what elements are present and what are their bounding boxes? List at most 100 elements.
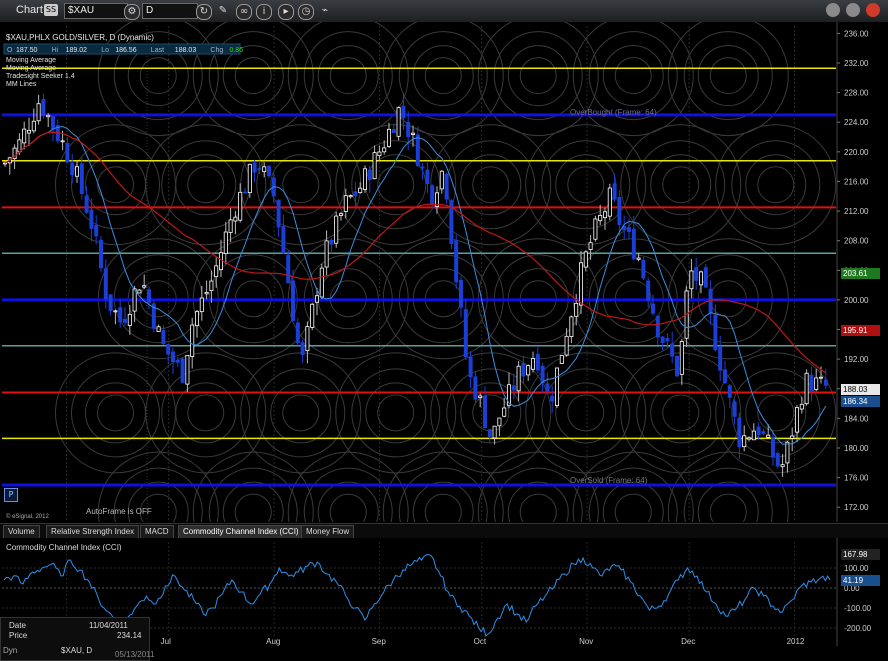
clock-icon[interactable]: ◷ <box>298 4 314 20</box>
candle-body <box>636 257 641 260</box>
tab-money-flow[interactable]: Money Flow <box>301 525 355 539</box>
candle-body <box>487 429 492 437</box>
page-nav-button[interactable]: P <box>4 488 18 502</box>
info-icon[interactable]: i <box>256 4 272 20</box>
candle-body <box>338 213 343 216</box>
candle-body <box>473 376 478 400</box>
y-tick-label: 236.00 <box>844 29 869 38</box>
tab-cci[interactable]: Commodity Channel Index (CCI) <box>178 525 304 539</box>
candle-body <box>386 128 391 147</box>
candle-body <box>511 385 516 391</box>
play-icon[interactable]: ▸ <box>278 4 294 20</box>
candle-body <box>531 358 536 370</box>
tab-macd[interactable]: MACD <box>140 525 174 539</box>
candle-body <box>166 343 171 355</box>
candle-body <box>410 132 415 135</box>
settings-gear-icon[interactable]: ⚙ <box>124 4 140 20</box>
candle-body <box>343 195 348 212</box>
cci-y-tick-label: -200.00 <box>844 624 872 633</box>
candle-body <box>478 395 483 398</box>
candle-body <box>737 417 742 448</box>
tab-volume[interactable]: Volume <box>3 525 40 539</box>
candle-body <box>46 114 51 118</box>
candle-body <box>785 441 790 464</box>
brush-icon[interactable]: ⌁ <box>318 4 332 18</box>
candle-body <box>627 227 632 233</box>
candle-body <box>670 343 675 357</box>
ohlc-field-value: 0.86 <box>229 47 243 54</box>
candle-body <box>809 374 814 393</box>
candle-body <box>146 289 151 303</box>
draw-pencil-icon[interactable]: ✎ <box>216 4 230 18</box>
candle-body <box>377 151 382 157</box>
candle-body <box>161 330 166 345</box>
candle-body <box>579 262 584 306</box>
study-label: Tradesight Seeker 1.4 <box>6 73 75 80</box>
candle-body <box>458 279 463 308</box>
candle-body <box>233 216 238 222</box>
overbought-label: OverBought (Frame: 64) <box>570 108 657 117</box>
candle-body <box>751 430 756 441</box>
dynamic-label: Dyn <box>3 646 18 655</box>
cci-y-tick-label: 100.00 <box>844 564 869 573</box>
tab-rsi[interactable]: Relative Strength Index <box>46 525 140 539</box>
candle-body <box>108 294 113 311</box>
candle-body <box>367 169 372 181</box>
interval-input[interactable]: D <box>142 3 198 19</box>
y-tick-label: 184.00 <box>844 414 869 423</box>
symbol-description: $XAU,PHLX GOLD/SILVER, D (Dynamic) <box>6 33 154 42</box>
cci-y-tick-label: -100.00 <box>844 604 872 613</box>
candle-body <box>204 292 209 295</box>
candle-body <box>142 285 147 288</box>
ohlc-field-label: Last <box>151 47 164 54</box>
y-tick-label: 208.00 <box>844 237 869 246</box>
candle-body <box>123 318 128 323</box>
refresh-icon[interactable]: ↻ <box>196 4 212 20</box>
x-tick-label: Jul <box>161 637 171 646</box>
y-tick-label: 200.00 <box>844 296 869 305</box>
candle-body <box>439 170 444 190</box>
candle-body <box>276 199 281 228</box>
candle-body <box>372 152 377 180</box>
candle-body <box>238 191 243 221</box>
candle-body <box>209 280 214 291</box>
y-tick-label: 232.00 <box>844 59 869 68</box>
candle-body <box>454 240 459 283</box>
symbol-link-badge[interactable]: SS <box>44 4 58 16</box>
candle-body <box>79 163 84 194</box>
candle-body <box>223 231 228 255</box>
candle-body <box>353 191 358 197</box>
x-tick-label: Sep <box>372 637 387 646</box>
candle-body <box>60 140 65 143</box>
candle-body <box>603 211 608 219</box>
candle-body <box>199 297 204 313</box>
candle-body <box>761 431 766 435</box>
maximize-button[interactable] <box>846 3 860 17</box>
candle-body <box>103 268 108 300</box>
link-icon[interactable]: ∞ <box>236 4 252 20</box>
symbol-input[interactable]: $XAU <box>64 3 128 19</box>
candle-body <box>75 166 80 177</box>
candle-body <box>295 322 300 343</box>
candle-body <box>262 166 267 173</box>
y-tick-label: 220.00 <box>844 148 869 157</box>
candle-body <box>559 355 564 364</box>
price-chart[interactable]: 172.00176.00180.00184.00188.00192.00196.… <box>0 22 888 522</box>
candle-body <box>747 437 752 440</box>
close-button[interactable] <box>866 3 880 17</box>
minimize-button[interactable] <box>826 3 840 17</box>
candle-body <box>569 316 574 337</box>
x-tick-label: Oct <box>474 637 487 646</box>
ohlc-field-value: 189.02 <box>66 47 88 54</box>
oversold-label: OverSold (Frame: 64) <box>570 476 648 485</box>
candle-body <box>564 335 569 356</box>
candle-body <box>555 367 560 406</box>
candle-body <box>94 224 99 237</box>
candle-body <box>631 228 636 260</box>
candle-body <box>89 209 94 229</box>
ohlc-readout: O 187.50 Hi 189.02 Lo 186.56 Last 188.03 Chg 0.86 <box>3 43 243 55</box>
candle-body <box>242 191 247 194</box>
candle-body <box>593 218 598 240</box>
ohlc-field-label: Hi <box>52 47 59 54</box>
candle-body <box>99 239 104 269</box>
